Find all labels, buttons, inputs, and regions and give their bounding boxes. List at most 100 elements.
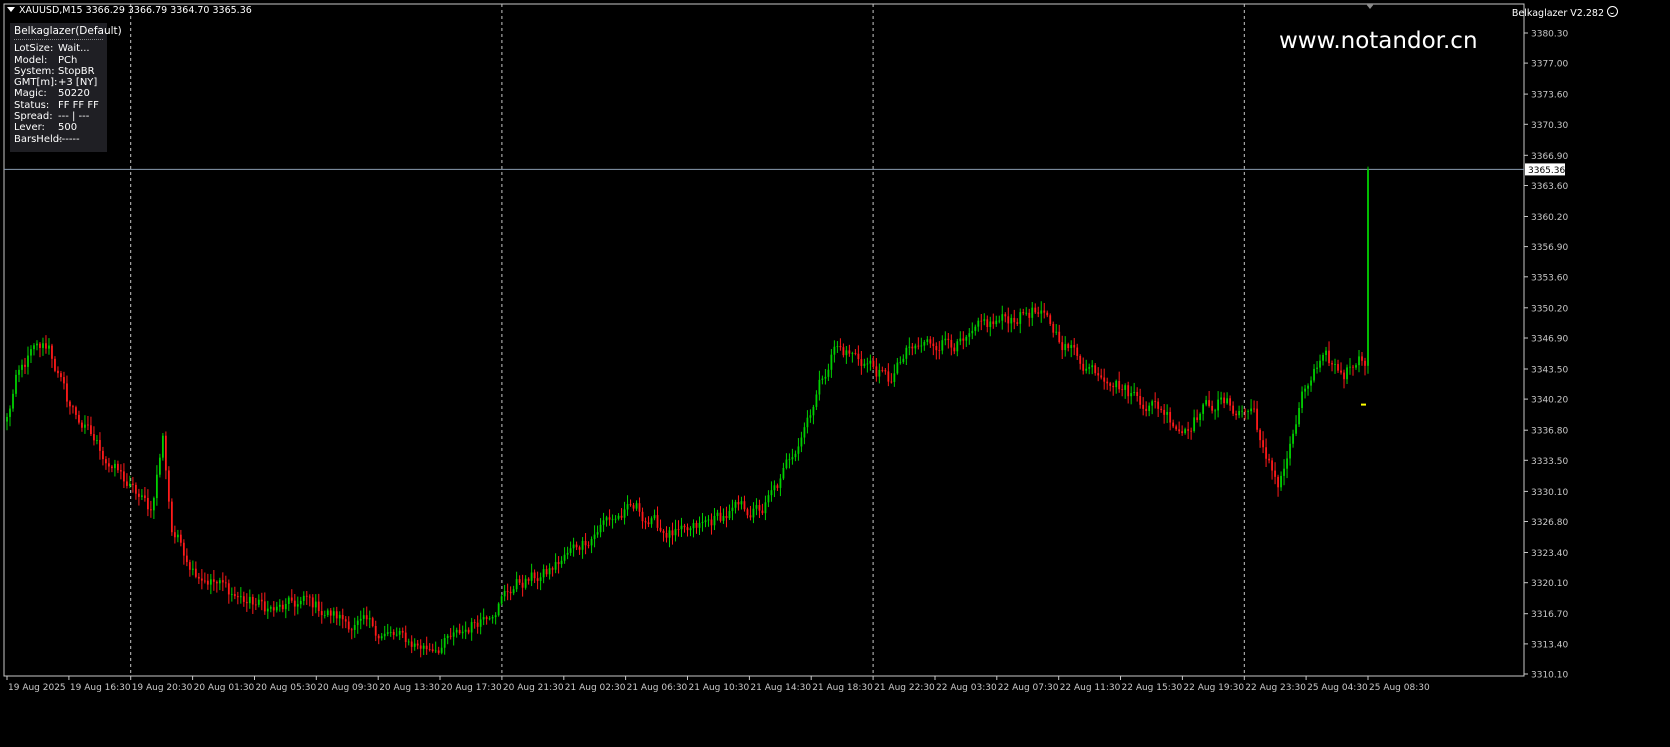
candle-body <box>6 416 8 422</box>
candle-body <box>557 562 560 565</box>
candle-body <box>986 319 989 327</box>
candle-body <box>968 333 971 337</box>
candle-body <box>197 576 200 579</box>
info-key: GMT[m]: <box>14 77 58 89</box>
y-tick-label: 3363.60 <box>1531 182 1568 192</box>
candle-body <box>461 631 464 634</box>
candle-body <box>635 503 638 509</box>
info-panel-title: Belkaglazer(Default) <box>14 25 122 37</box>
candle-body <box>992 321 995 325</box>
price-tag-label: 3365.36 <box>1528 166 1565 176</box>
candle-body <box>42 343 44 348</box>
candle-body <box>27 355 29 367</box>
candle-body <box>251 596 254 605</box>
candle-body <box>293 600 296 607</box>
candle-body <box>395 634 398 636</box>
candle-body <box>518 579 521 583</box>
chevron-down-icon[interactable] <box>7 7 15 12</box>
candle-body <box>743 501 746 510</box>
candle-body <box>287 597 290 604</box>
y-tick-label: 3323.40 <box>1531 549 1568 559</box>
candle-body <box>1172 422 1175 427</box>
y-tick-label: 3360.20 <box>1531 213 1568 223</box>
candle-body <box>1028 312 1031 318</box>
candle-body <box>1325 350 1327 355</box>
candle-body <box>1166 411 1169 415</box>
candle-body <box>191 568 194 570</box>
candle-body <box>206 580 209 585</box>
candle-body <box>1022 312 1025 314</box>
candle-body <box>245 601 248 604</box>
candle-body <box>956 341 959 352</box>
candle-body <box>1040 310 1043 314</box>
candle-body <box>536 578 539 581</box>
candle-body <box>413 643 416 647</box>
info-key: BarsHeld: <box>14 133 63 145</box>
candle-body <box>434 650 437 652</box>
y-tick-label: 3370.30 <box>1531 121 1568 131</box>
candle-body <box>1262 440 1264 448</box>
ea-label[interactable]: Belkaglazer V2.282 <box>1512 6 1618 19</box>
x-tick-label: 22 Aug 19:30 <box>1183 683 1244 693</box>
candle-body <box>689 528 692 531</box>
candle-body <box>1250 408 1252 412</box>
candle-body <box>860 359 863 366</box>
candle-body <box>1247 411 1249 412</box>
x-tick-label: 21 Aug 18:30 <box>812 683 873 693</box>
y-tick-label: 3373.60 <box>1531 91 1568 101</box>
candle-body <box>108 463 110 467</box>
candle-body <box>230 594 233 595</box>
candle-body <box>779 478 782 488</box>
x-tick-label: 21 Aug 02:30 <box>565 683 626 693</box>
candle-body <box>797 446 800 454</box>
candle-body <box>75 407 77 415</box>
candle-body <box>155 474 158 499</box>
candle-body <box>302 595 305 601</box>
candle-body <box>296 604 299 607</box>
candle-body <box>485 617 488 619</box>
candle-body <box>539 577 542 581</box>
candle-body <box>785 459 788 469</box>
candle-body <box>263 601 266 612</box>
candle-body <box>1049 315 1052 324</box>
candle-body <box>578 547 581 550</box>
chart[interactable]: 3380.30 3377.00 3373.60 3370.30 3366.90 3363.… <box>0 0 1670 743</box>
candle-body <box>1052 323 1055 333</box>
candle-body <box>84 424 86 428</box>
y-tick-label: 3313.40 <box>1531 640 1568 650</box>
candle-body <box>215 581 218 584</box>
chart-canvas[interactable]: 3380.30 3377.00 3373.60 3370.30 3366.90 3363.… <box>0 0 1670 743</box>
candle-body <box>884 370 887 372</box>
candle-body <box>15 374 17 394</box>
candle-body <box>470 622 473 633</box>
candle-body <box>1241 410 1243 412</box>
candle-body <box>1340 370 1342 373</box>
candle-body <box>803 427 806 438</box>
candle-body <box>135 484 137 494</box>
candle-body <box>548 568 551 575</box>
candle-body <box>932 343 935 347</box>
candle-body <box>1163 409 1166 415</box>
candle-body <box>344 619 347 622</box>
candle-body <box>317 601 320 612</box>
candle-body <box>1199 413 1202 420</box>
candle-body <box>1181 431 1184 434</box>
candle-body <box>1202 404 1205 414</box>
candle-body <box>1130 392 1133 397</box>
candle-body <box>111 466 113 469</box>
candle-body <box>362 615 365 619</box>
candle-body <box>114 463 116 469</box>
candle-body <box>1235 413 1237 416</box>
y-tick-label: 3343.50 <box>1531 366 1568 376</box>
candle-body <box>1019 312 1022 324</box>
candle-body <box>758 505 761 511</box>
x-tick-label: 20 Aug 13:30 <box>379 683 440 693</box>
candle-body <box>105 459 107 464</box>
candle-body <box>51 345 53 359</box>
candle-body <box>138 493 140 497</box>
candle-body <box>320 611 323 616</box>
candle-body <box>99 440 101 451</box>
candle-body <box>593 534 596 540</box>
candle-body <box>983 319 986 321</box>
candle-body <box>566 552 569 555</box>
